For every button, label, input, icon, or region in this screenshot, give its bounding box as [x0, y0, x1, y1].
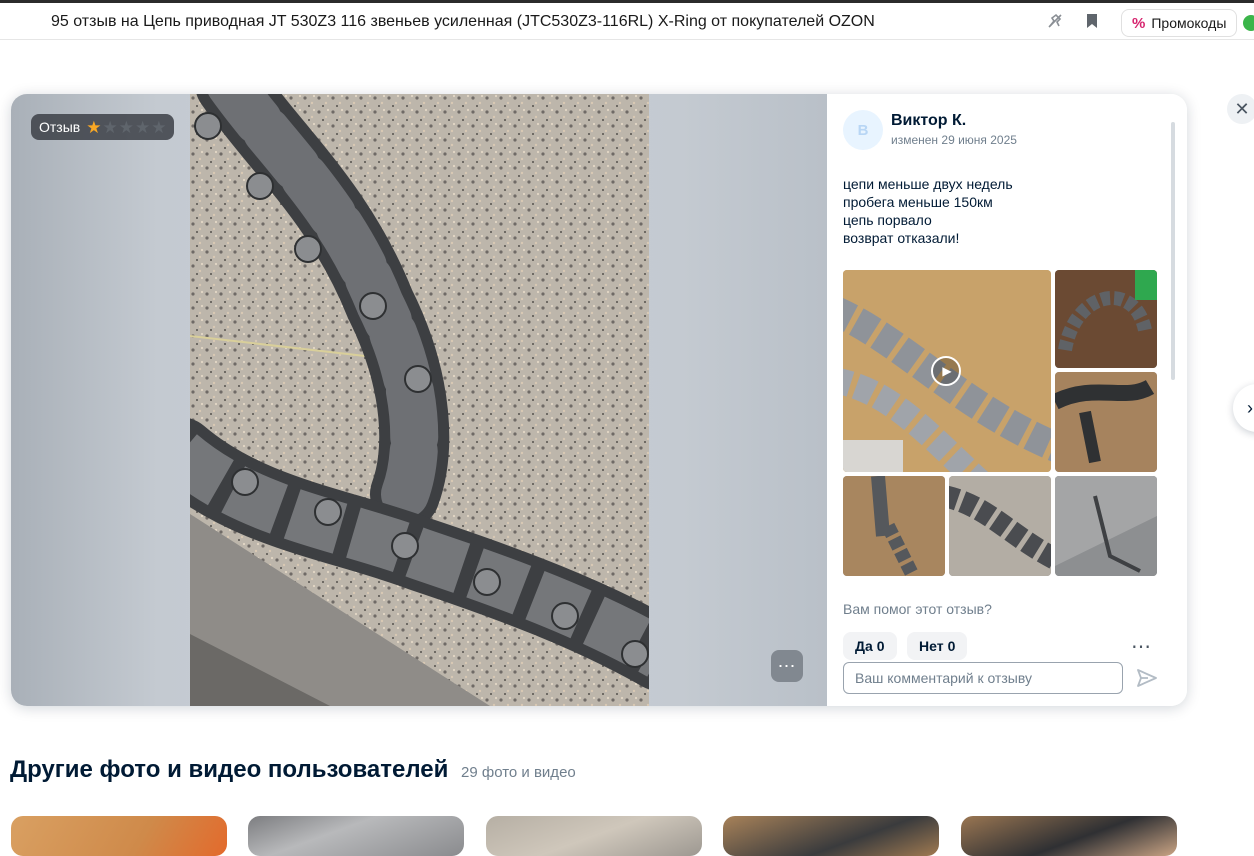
- more-icon: ⋯: [777, 655, 797, 676]
- star-empty-icon: ★: [134, 117, 151, 137]
- promo-button[interactable]: % Промокоды: [1121, 9, 1238, 37]
- gallery-thumbnail[interactable]: [11, 816, 227, 856]
- review-photo: [190, 94, 649, 706]
- photo-thumbnail[interactable]: [843, 476, 945, 576]
- photo-thumbnail[interactable]: [1055, 476, 1157, 576]
- star-empty-icon: ★: [151, 117, 167, 137]
- avatar: В: [843, 110, 883, 150]
- vote-yes-label: Да: [855, 638, 873, 654]
- reader-mode-off-icon[interactable]: [1045, 11, 1065, 31]
- helpful-question: Вам помог этот отзыв?: [843, 601, 992, 617]
- review-more-icon[interactable]: ⋯: [1131, 634, 1152, 659]
- gallery-thumbnail[interactable]: [723, 816, 939, 856]
- review-line: пробега меньше 150км: [843, 194, 993, 210]
- rating-label: Отзыв: [39, 119, 81, 135]
- bookmark-icon[interactable]: [1082, 11, 1102, 31]
- gallery-thumbnail[interactable]: [961, 816, 1177, 856]
- rating-stars: ★ ★ ★ ★ ★: [86, 119, 166, 136]
- review-modal: Отзыв ★ ★ ★ ★ ★ ⋯ В Виктор К. изменен 29 июн…: [11, 94, 1187, 706]
- send-icon[interactable]: [1133, 664, 1161, 692]
- section-title: Другие фото и видео пользователей: [10, 756, 449, 783]
- percent-icon: %: [1132, 14, 1146, 32]
- video-thumbnail[interactable]: ▶: [843, 270, 1051, 472]
- review-line: цепи меньше двух недель: [843, 176, 1013, 192]
- author-name[interactable]: Виктор К.: [891, 112, 966, 130]
- page-title: 95 отзыв на Цепь приводная JT 530Z3 116 …: [51, 13, 875, 30]
- media-viewer: Отзыв ★ ★ ★ ★ ★ ⋯: [11, 94, 827, 706]
- vote-no-button[interactable]: Нет 0: [907, 632, 968, 660]
- section-count[interactable]: 29 фото и видео: [461, 764, 576, 781]
- review-line: возврат отказали!: [843, 230, 960, 246]
- photo-thumbnail[interactable]: [1055, 372, 1157, 472]
- extension-icon[interactable]: [1243, 15, 1254, 31]
- gallery-thumbnail[interactable]: [486, 816, 702, 856]
- review-panel: В Виктор К. изменен 29 июня 2025 цепи ме…: [827, 94, 1187, 706]
- review-text: цепи меньше двух недель пробега меньше 1…: [843, 175, 1013, 247]
- comment-input[interactable]: [843, 662, 1123, 694]
- star-filled-icon: ★: [86, 117, 102, 137]
- photo-thumbnail[interactable]: [949, 476, 1051, 576]
- promo-label: Промокоды: [1151, 15, 1227, 31]
- chevron-right-icon[interactable]: ›: [1233, 384, 1254, 432]
- gallery-thumbnail[interactable]: [248, 816, 464, 856]
- media-more-button[interactable]: ⋯: [771, 650, 803, 682]
- play-icon[interactable]: ▶: [931, 356, 961, 386]
- vote-no-label: Нет: [919, 638, 944, 654]
- vote-no-count: 0: [947, 638, 956, 654]
- vote-yes-button[interactable]: Да 0: [843, 632, 897, 660]
- rating-badge: Отзыв ★ ★ ★ ★ ★: [31, 114, 175, 140]
- review-line: цепь порвало: [843, 212, 932, 228]
- star-empty-icon: ★: [102, 117, 118, 137]
- vote-yes-count: 0: [876, 638, 885, 654]
- star-empty-icon: ★: [118, 117, 134, 137]
- photo-thumbnail[interactable]: [1055, 270, 1157, 368]
- panel-scrollbar[interactable]: [1171, 122, 1175, 380]
- close-icon[interactable]: ✕: [1227, 94, 1254, 124]
- browser-tab-bar: 95 отзыв на Цепь приводная JT 530Z3 116 …: [0, 3, 1254, 40]
- review-date: изменен 29 июня 2025: [891, 133, 1017, 147]
